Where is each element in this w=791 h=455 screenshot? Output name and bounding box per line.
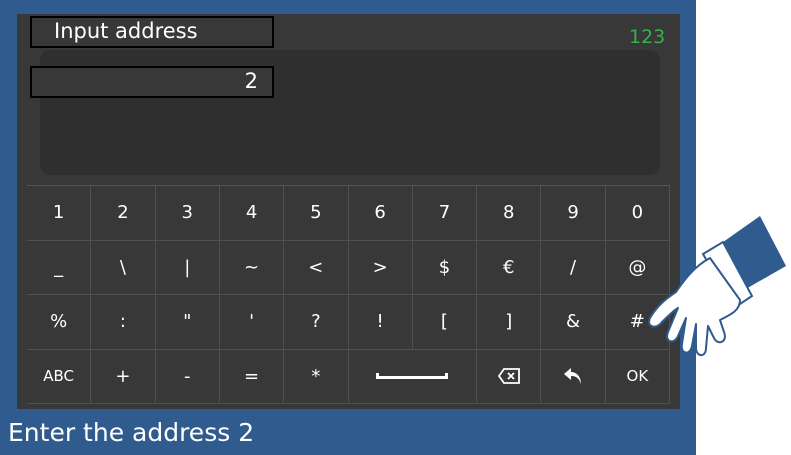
key-minus[interactable]: - — [155, 349, 220, 404]
key-2[interactable]: 2 — [91, 186, 156, 241]
key-1[interactable]: 1 — [27, 186, 92, 241]
key-7[interactable]: 7 — [412, 186, 478, 241]
key-question[interactable]: ? — [284, 295, 349, 350]
instruction-caption: Enter the address 2 — [0, 410, 696, 455]
key-plus[interactable]: + — [91, 349, 156, 404]
key-5[interactable]: 5 — [284, 186, 349, 241]
page-title: Input address — [30, 16, 274, 48]
key-single-quote[interactable]: ' — [219, 295, 285, 350]
key-backspace[interactable] — [477, 349, 542, 404]
key-8[interactable]: 8 — [477, 186, 542, 241]
key-6[interactable]: 6 — [348, 186, 413, 241]
key-space[interactable] — [348, 349, 478, 404]
key-tilde[interactable]: ~ — [219, 240, 285, 295]
backspace-icon — [497, 368, 520, 385]
key-open-bracket[interactable]: [ — [412, 295, 478, 350]
key-back[interactable] — [541, 349, 606, 404]
input-mode-indicator[interactable]: 123 — [629, 26, 665, 48]
key-ampersand[interactable]: & — [541, 295, 606, 350]
back-arrow-icon — [564, 368, 582, 385]
key-pipe[interactable]: | — [155, 240, 220, 295]
key-percent[interactable]: % — [27, 295, 92, 350]
address-input[interactable]: 2 — [30, 66, 274, 98]
key-close-bracket[interactable]: ] — [477, 295, 542, 350]
pointing-hand-icon — [648, 216, 786, 357]
key-underscore[interactable]: _ — [27, 240, 92, 295]
key-greater-than[interactable]: > — [348, 240, 413, 295]
key-slash[interactable]: / — [541, 240, 606, 295]
key-double-quote[interactable]: " — [155, 295, 220, 350]
key-exclamation[interactable]: ! — [348, 295, 413, 350]
key-colon[interactable]: : — [91, 295, 156, 350]
key-dollar[interactable]: $ — [412, 240, 478, 295]
key-euro[interactable]: € — [477, 240, 542, 295]
key-star[interactable]: * — [284, 349, 349, 404]
key-abc[interactable]: ABC — [27, 349, 92, 404]
key-equals[interactable]: = — [219, 349, 285, 404]
key-backslash[interactable]: \ — [91, 240, 156, 295]
key-4[interactable]: 4 — [219, 186, 285, 241]
virtual-keyboard: 1 2 3 4 5 6 7 8 9 0 _ \ | ~ < > $ € / @ … — [27, 185, 670, 404]
key-less-than[interactable]: < — [284, 240, 349, 295]
key-9[interactable]: 9 — [541, 186, 606, 241]
space-bar-icon — [376, 373, 449, 380]
key-3[interactable]: 3 — [155, 186, 220, 241]
